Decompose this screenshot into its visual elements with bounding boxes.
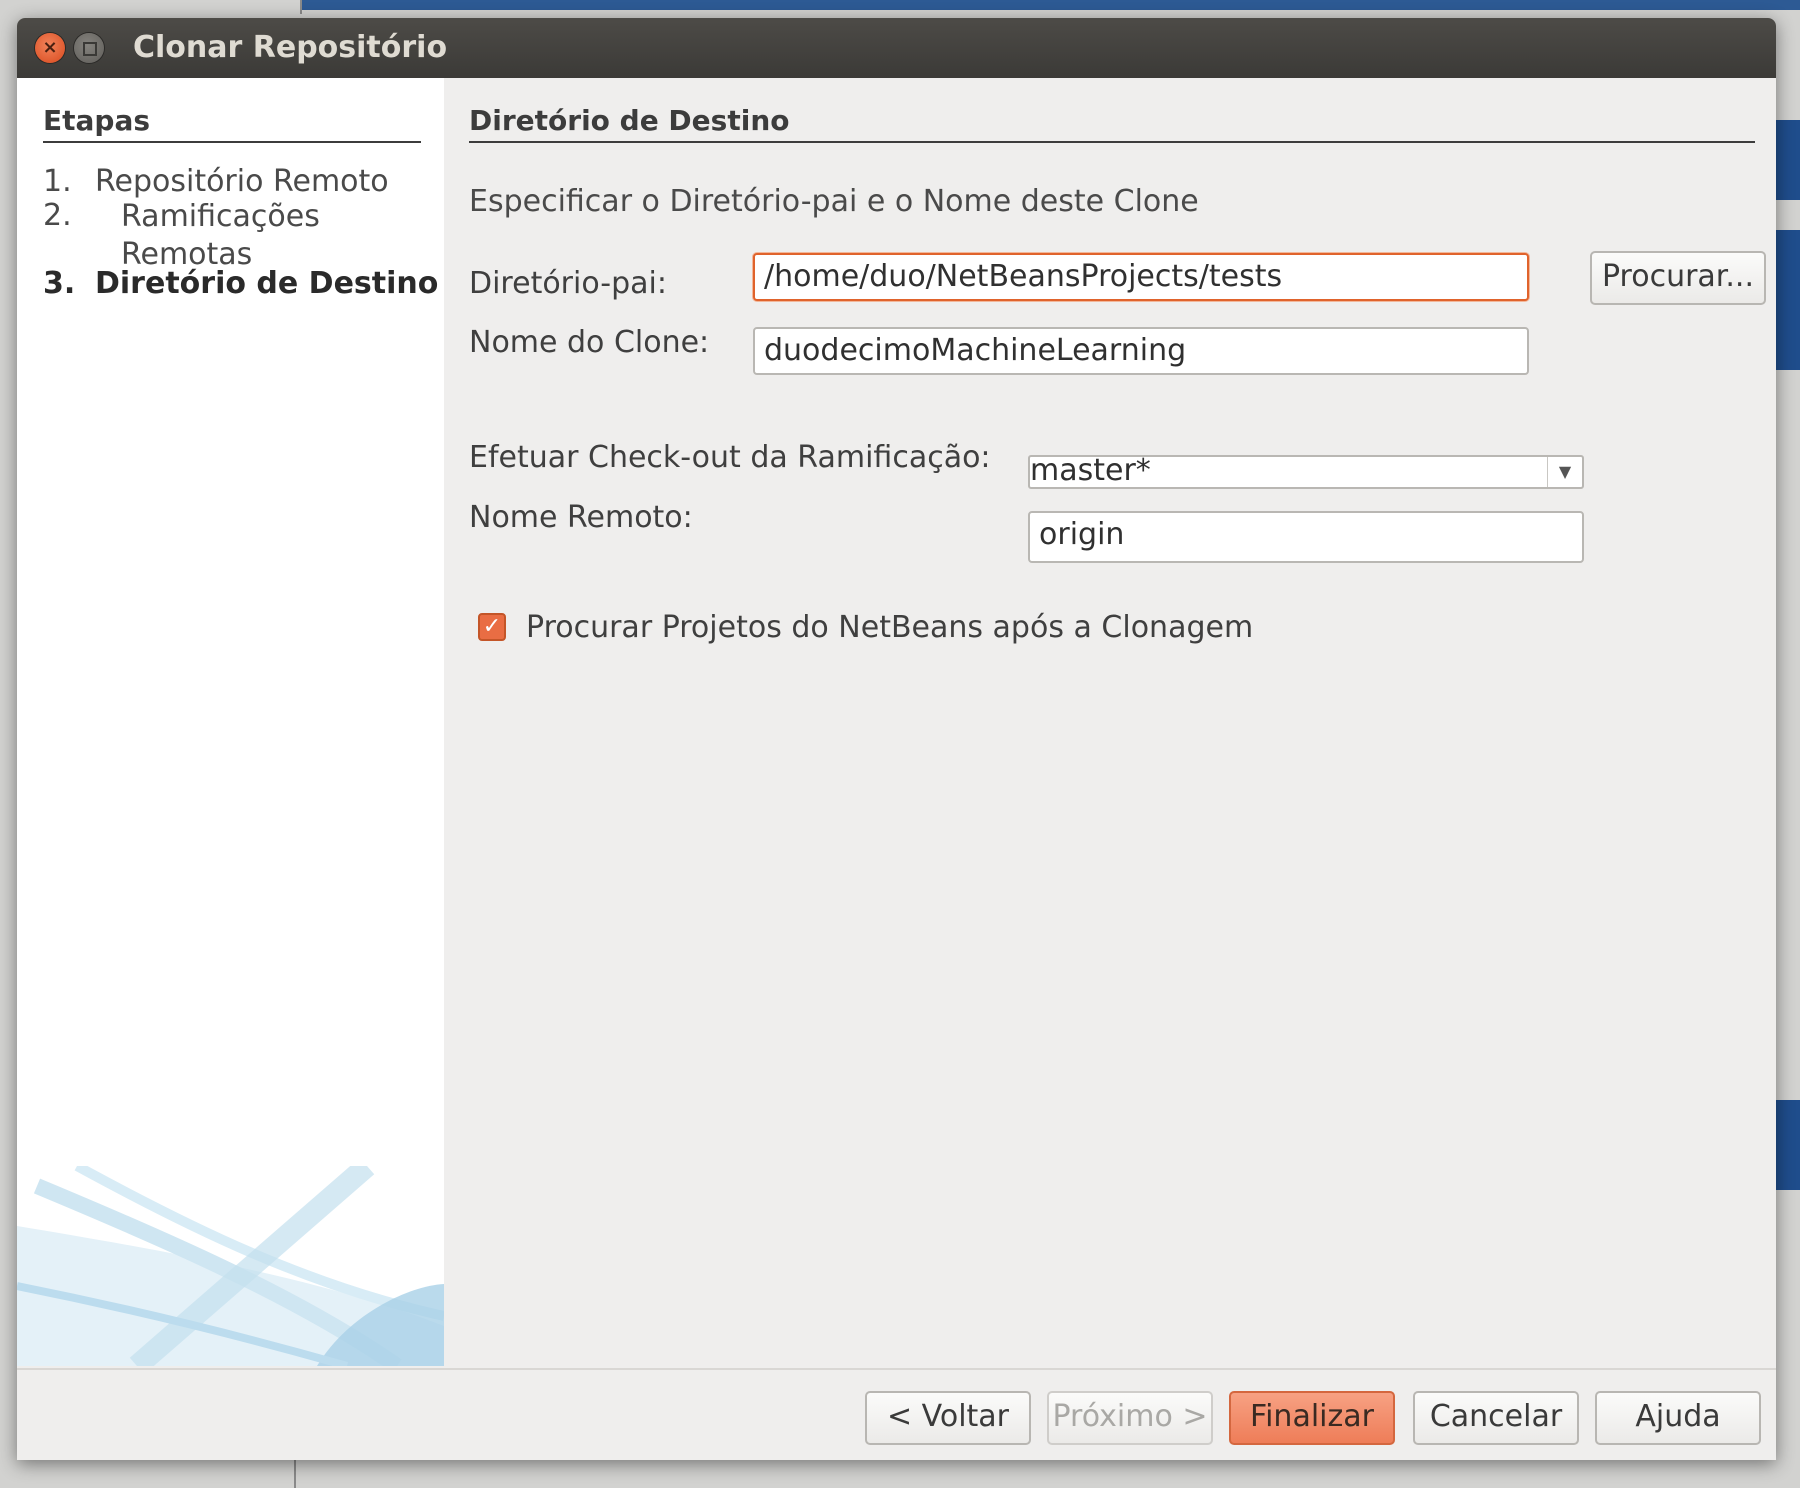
finish-button[interactable]: Finalizar [1229, 1391, 1395, 1445]
title-bar: × Clonar Repositório [17, 18, 1776, 78]
background-panel [1776, 230, 1800, 370]
step-number: 3. [43, 266, 76, 301]
step-label: Repositório Remoto [95, 164, 389, 199]
wizard-decoration-image [17, 1166, 444, 1366]
window-title: Clonar Repositório [133, 30, 448, 65]
cancel-button[interactable]: Cancelar [1413, 1391, 1579, 1445]
background-divider [294, 1460, 296, 1488]
checkout-branch-label: Efetuar Check-out da Ramificação: [469, 440, 991, 475]
clone-name-label: Nome do Clone: [469, 325, 710, 360]
main-panel: Diretório de Destino Especificar o Diret… [444, 78, 1776, 1366]
scan-projects-checkbox[interactable]: ✓ [478, 613, 506, 641]
browse-button[interactable]: Procurar... [1590, 251, 1766, 305]
step-item-destination: 3. Diretório de Destino [43, 266, 438, 301]
section-subtitle: Especificar o Diretório-pai e o Nome des… [469, 184, 1199, 219]
clone-name-input[interactable]: duodecimoMachineLearning [753, 327, 1529, 375]
clone-repository-dialog: × Clonar Repositório Etapas 1. Repositóri… [17, 18, 1776, 1460]
background-panel [1776, 1100, 1800, 1190]
close-icon[interactable]: × [35, 33, 65, 63]
background-divider [300, 0, 302, 14]
next-button[interactable]: Próximo > [1047, 1391, 1213, 1445]
steps-panel: Etapas 1. Repositório Remoto 2. Ramificaç… [17, 78, 444, 1366]
steps-header: Etapas [43, 104, 421, 143]
help-button[interactable]: Ajuda [1595, 1391, 1761, 1445]
section-title: Diretório de Destino [469, 104, 1755, 143]
checkout-branch-select[interactable]: master* ▼ [1028, 455, 1584, 489]
remote-name-label: Nome Remoto: [469, 500, 693, 535]
step-number: 1. [43, 164, 72, 199]
chevron-down-icon[interactable]: ▼ [1547, 457, 1582, 487]
step-number: 2. [43, 198, 72, 233]
footer-divider [17, 1368, 1776, 1370]
selected-branch: master* [1030, 453, 1151, 488]
step-label: Diretório de Destino [95, 266, 439, 301]
step-item-remote-branches: 2. Ramificações Remotas [43, 198, 403, 274]
parent-dir-input[interactable]: /home/duo/NetBeansProjects/tests [753, 253, 1529, 301]
maximize-icon[interactable] [74, 33, 104, 63]
background-panel [1776, 120, 1800, 200]
step-label: Ramificações [121, 199, 320, 234]
background-ide-bar [300, 0, 1800, 10]
step-item-remote-repository: 1. Repositório Remoto [43, 164, 389, 199]
scan-projects-label[interactable]: Procurar Projetos do NetBeans após a Clo… [526, 610, 1253, 645]
remote-name-input[interactable]: origin [1028, 511, 1584, 563]
parent-dir-label: Diretório-pai: [469, 266, 667, 301]
back-button[interactable]: < Voltar [865, 1391, 1031, 1445]
